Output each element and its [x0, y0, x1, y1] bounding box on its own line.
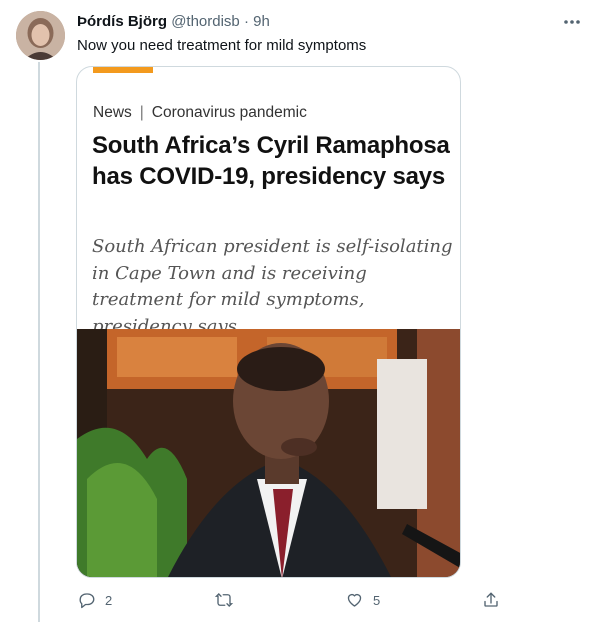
- avatar-photo-icon: [16, 11, 65, 60]
- retweet-icon: [214, 593, 234, 607]
- news-photo-icon: [77, 329, 460, 577]
- tweet-time[interactable]: 9h: [253, 13, 270, 30]
- thread-line: [38, 62, 40, 622]
- share-button[interactable]: [482, 591, 500, 609]
- author-avatar[interactable]: [16, 11, 65, 60]
- card-standfirst: South African president is self-isolatin…: [92, 236, 453, 337]
- tweet-text: Now you need treatment for mild symptoms: [77, 37, 367, 54]
- card-accent-bar: [93, 67, 153, 73]
- tweet-actions-bar: 2 5: [0, 591, 598, 613]
- like-icon: [347, 593, 362, 607]
- card-category-row: News | Coronavirus pandemic: [93, 104, 307, 122]
- like-count: 5: [373, 592, 381, 608]
- author-name[interactable]: Þórdís Björg: [77, 13, 167, 30]
- reply-button[interactable]: 2: [78, 591, 112, 609]
- like-button[interactable]: 5: [345, 591, 380, 609]
- author-handle[interactable]: @thordisb: [171, 13, 240, 30]
- tweet-header: Þórdís Björg @thordisb · 9h: [77, 13, 270, 31]
- card-headline[interactable]: South Africa’s Cyril Ramaphosa has COVID…: [92, 130, 452, 192]
- reply-icon: [79, 593, 95, 609]
- card-section-separator: |: [139, 104, 144, 121]
- reply-count: 2: [105, 592, 113, 608]
- card-section: News: [93, 104, 132, 121]
- link-card[interactable]: News | Coronavirus pandemic South Africa’s…: [76, 66, 461, 578]
- more-dots-icon: [564, 20, 580, 24]
- time-separator: ·: [243, 13, 249, 30]
- retweet-button[interactable]: [214, 591, 243, 609]
- more-options-button[interactable]: [561, 12, 583, 32]
- share-icon: [484, 592, 498, 607]
- card-topic: Coronavirus pandemic: [151, 104, 307, 121]
